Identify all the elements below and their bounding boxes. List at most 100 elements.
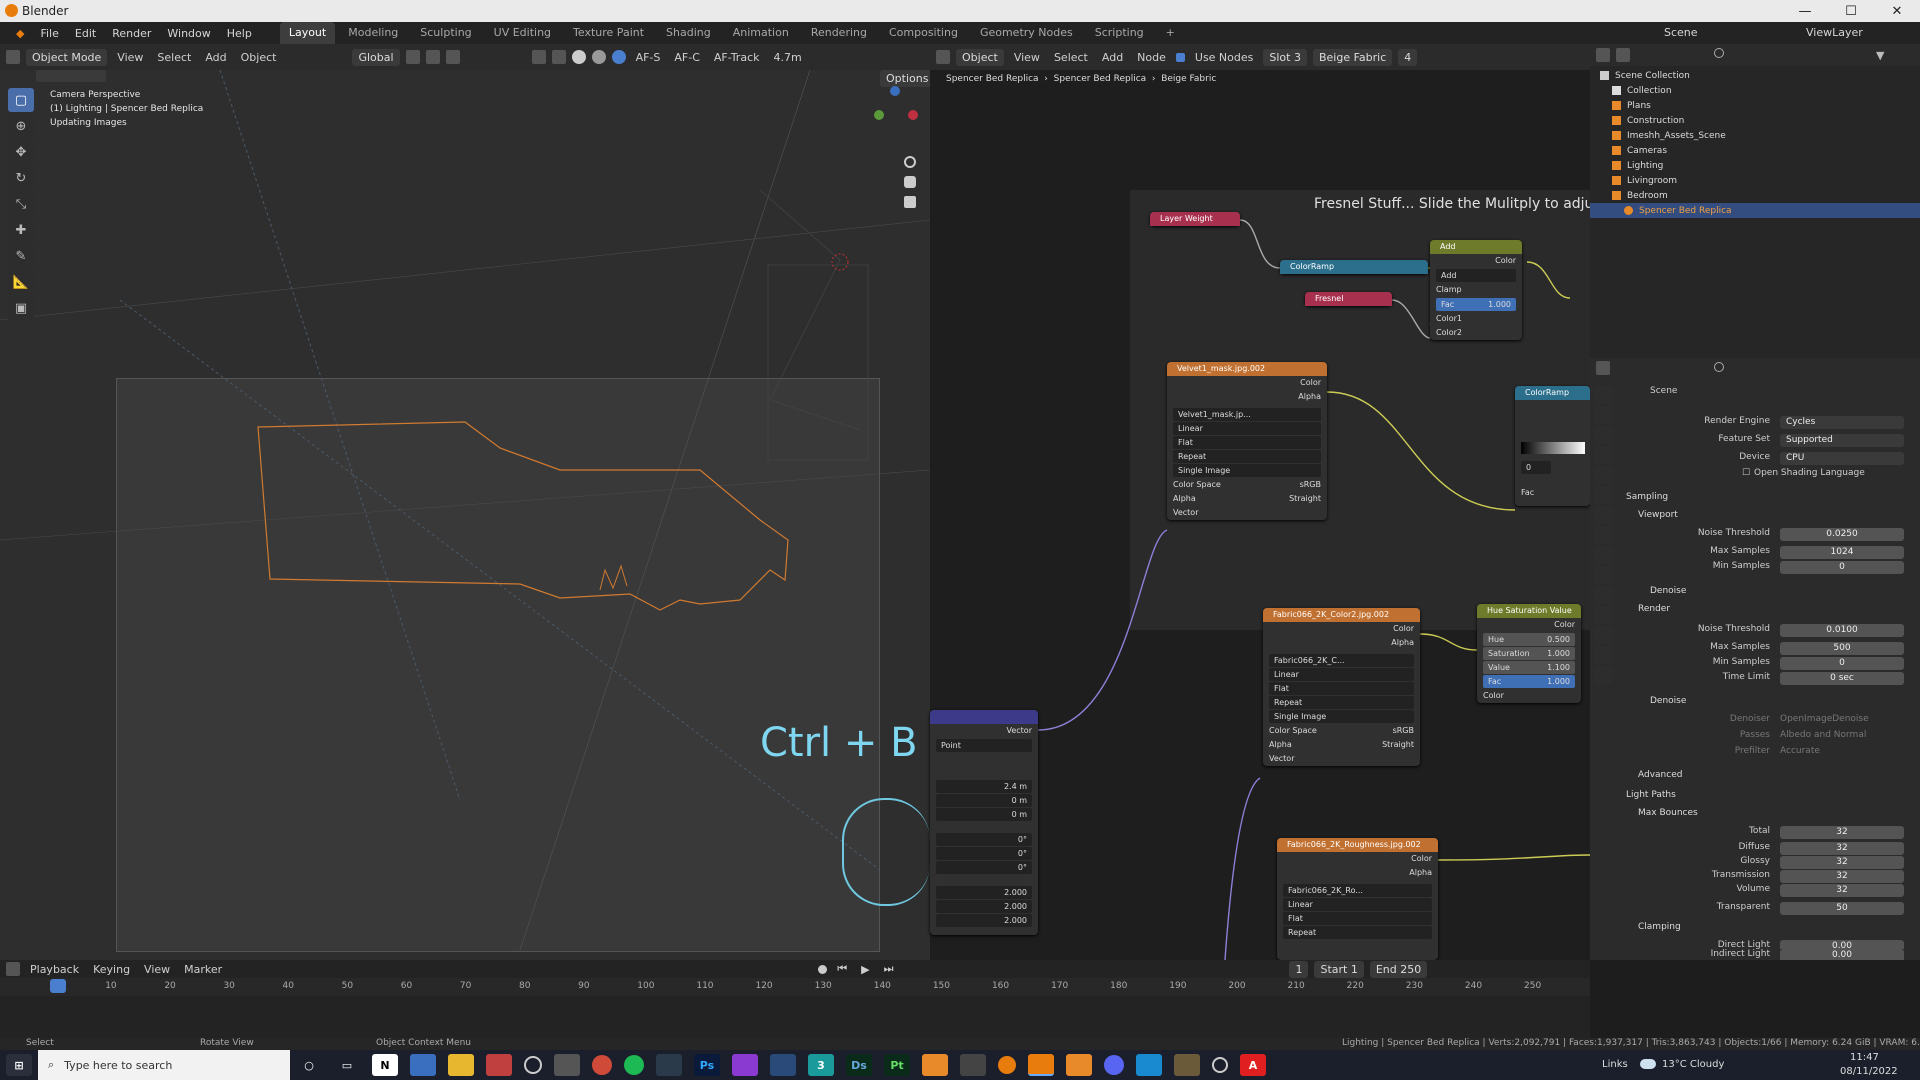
viewport-max-samples-field[interactable]: 1024 [1780, 546, 1904, 559]
taskbar-search-box[interactable]: ⌕ Type here to search [38, 1050, 290, 1080]
clock-app-icon[interactable] [524, 1056, 542, 1074]
menu-edit[interactable]: Edit [69, 27, 102, 40]
workspace-tab-modeling[interactable]: Modeling [339, 22, 407, 44]
node-menu-node[interactable]: Node [1133, 51, 1170, 64]
viewport-menu-select[interactable]: Select [153, 51, 195, 64]
velvet-source-dropdown[interactable]: Single Image [1173, 464, 1321, 477]
editor-type-icon[interactable] [6, 50, 20, 64]
fabric-color-image-node[interactable]: Fabric066_2K_Color2.jpg.002 Color Alpha … [1263, 608, 1420, 766]
scene-label[interactable]: Scene [1658, 26, 1704, 39]
workspace-tab-shading[interactable]: Shading [657, 22, 720, 44]
add-workspace-button[interactable]: + [1157, 22, 1184, 44]
app-image-icon[interactable] [1174, 1054, 1200, 1076]
transparent-bounces-field[interactable]: 50 [1780, 902, 1904, 915]
render-engine-dropdown[interactable]: Cycles [1780, 416, 1904, 429]
app-dark-icon[interactable] [656, 1054, 682, 1076]
denoiser-dropdown[interactable]: OpenImageDenoise [1780, 714, 1869, 724]
select-box-tool-icon[interactable]: ▢ [8, 88, 34, 112]
fabric-color-src[interactable]: Single Image [1269, 710, 1414, 723]
focal-distance[interactable]: 4.7m [770, 51, 806, 64]
shader-node-editor[interactable]: Spencer Bed Replica › Spencer Bed Replic… [930, 70, 1616, 960]
node-menu-add[interactable]: Add [1098, 51, 1127, 64]
current-frame-field[interactable]: 1 [1289, 960, 1309, 978]
colorramp-gradient[interactable] [1521, 442, 1585, 454]
render-denoise-label[interactable]: Denoise [1650, 696, 1686, 706]
playhead[interactable] [50, 979, 66, 993]
camera-view-icon[interactable] [904, 196, 916, 208]
vlc-icon[interactable] [1066, 1054, 1092, 1076]
shader-type-dropdown[interactable]: Object [956, 48, 1004, 66]
render-noise-threshold-field[interactable]: 0.0100 [1780, 624, 1904, 637]
pan-hand-icon[interactable] [904, 176, 916, 188]
layer-weight-node[interactable]: Layer Weight [1150, 212, 1240, 226]
app-cube-icon[interactable] [770, 1054, 796, 1076]
clock-date[interactable]: 08/11/2022 [1840, 1066, 1898, 1077]
mapping-rot-x[interactable]: 0° [936, 833, 1032, 846]
use-nodes-checkbox[interactable] [1175, 52, 1185, 62]
workspace-tab-scripting[interactable]: Scripting [1086, 22, 1153, 44]
plans-row[interactable]: Plans [1600, 98, 1920, 113]
fabric-rough-interp[interactable]: Linear [1283, 898, 1432, 911]
axis-y-icon[interactable] [874, 110, 884, 120]
frame-end-field[interactable]: End 250 [1369, 960, 1428, 978]
velvet-image-field[interactable]: Velvet1_mask.jp... [1173, 408, 1321, 421]
time-limit-field[interactable]: 0 sec [1780, 672, 1904, 685]
rendered-shading-icon[interactable] [611, 50, 626, 64]
blender-taskbar-icon[interactable] [1028, 1054, 1054, 1076]
menu-window[interactable]: Window [161, 27, 216, 40]
windows-start-icon[interactable]: ⊞ [6, 1054, 32, 1076]
record-button-icon[interactable] [818, 964, 828, 974]
light-paths-section-header[interactable]: Light Paths [1626, 790, 1676, 800]
mapping-scale-y[interactable]: 2.000 [936, 900, 1032, 913]
maximize-button[interactable]: ☐ [1828, 0, 1874, 22]
viewlayer-label[interactable]: ViewLayer [1800, 26, 1869, 39]
cameras-row[interactable]: Cameras [1600, 143, 1920, 158]
mapping-scale-z[interactable]: 2.000 [936, 914, 1032, 927]
workspace-tab-sculpting[interactable]: Sculpting [411, 22, 480, 44]
volume-bounces-field[interactable]: 32 [1780, 884, 1904, 897]
hsv-fac-slider[interactable]: Fac 1.000 [1483, 675, 1575, 688]
rotate-tool-icon[interactable]: ↻ [8, 166, 34, 190]
mapping-scale-x[interactable]: 2.000 [936, 886, 1032, 899]
axis-z-icon[interactable] [890, 86, 900, 96]
af-c-button[interactable]: AF-C [670, 51, 704, 64]
viewport-menu-object[interactable]: Object [237, 51, 281, 64]
weather-text[interactable]: 13°C Cloudy [1662, 1059, 1724, 1070]
app-purple-icon[interactable] [732, 1054, 758, 1076]
transform-tool-icon[interactable]: ✚ [8, 218, 34, 242]
material-shading-icon[interactable] [591, 50, 606, 64]
collection-tab-icon[interactable] [1594, 506, 1612, 524]
properties-type-icon[interactable] [1596, 361, 1610, 375]
app-grid-icon[interactable] [410, 1054, 436, 1076]
app-red-icon[interactable] [486, 1054, 512, 1076]
render-max-samples-field[interactable]: 500 [1780, 642, 1904, 655]
zoom-icon[interactable] [904, 156, 916, 168]
workspace-tab-layout[interactable]: Layout [279, 22, 336, 44]
overlay-icon[interactable] [531, 50, 546, 64]
workspace-tab-texture-paint[interactable]: Texture Paint [564, 22, 653, 44]
move-tool-icon[interactable]: ✥ [8, 140, 34, 164]
timeline-menu-keying[interactable]: Keying [89, 963, 134, 976]
pivot-icon[interactable] [405, 50, 420, 64]
filter-icon[interactable]: ▼ [1876, 49, 1884, 62]
constraints-tab-icon[interactable] [1594, 606, 1612, 624]
weather-cloud-icon[interactable] [1640, 1059, 1656, 1072]
taskbar-links-label[interactable]: Links [1602, 1059, 1628, 1070]
fabric-rough-image-field[interactable]: Fabric066_2K_Ro... [1283, 884, 1432, 897]
mapping-rot-y[interactable]: 0° [936, 847, 1032, 860]
node-menu-select[interactable]: Select [1050, 51, 1092, 64]
device-dropdown[interactable]: CPU [1780, 452, 1904, 465]
lighting-row[interactable]: Lighting [1600, 158, 1920, 173]
mapping-loc-x[interactable]: 2.4 m [936, 780, 1032, 793]
jump-start-icon[interactable]: ⏮ [833, 962, 851, 976]
mapping-node[interactable]: Vector Point 2.4 m 0 m 0 m 0° 0° 0° 2.00… [930, 710, 1038, 935]
construction-row[interactable]: Construction [1600, 113, 1920, 128]
workspace-tab-compositing[interactable]: Compositing [880, 22, 967, 44]
viewport-menu-add[interactable]: Add [201, 51, 230, 64]
hsv-value-slider[interactable]: Value 1.100 [1483, 661, 1575, 674]
timeline-menu-view[interactable]: View [140, 963, 174, 976]
diffuse-bounces-field[interactable]: 32 [1780, 842, 1904, 855]
colorramp-node[interactable]: ColorRamp 0 Fac [1515, 386, 1590, 506]
physics-tab-icon[interactable] [1594, 586, 1612, 604]
transmission-bounces-field[interactable]: 32 [1780, 870, 1904, 883]
